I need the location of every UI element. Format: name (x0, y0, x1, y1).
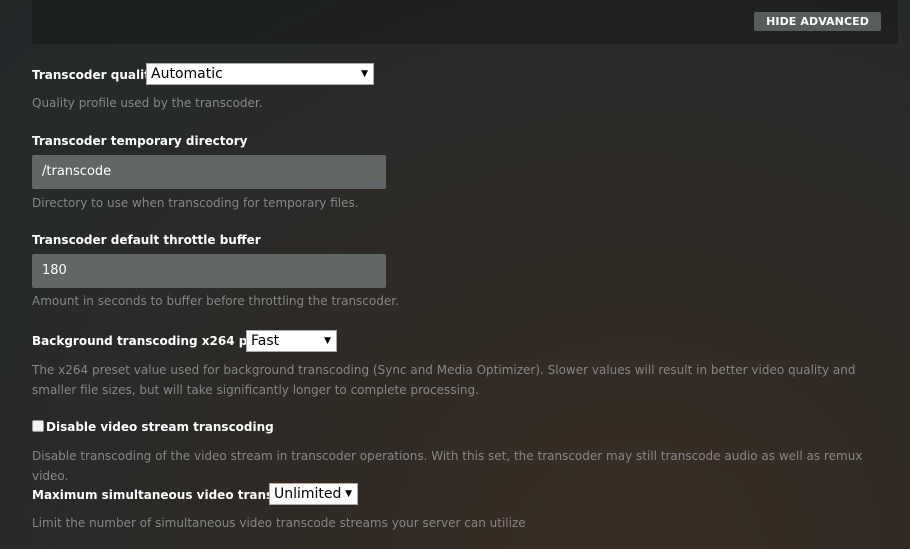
transcoder-quality-label: Transcoder quality (32, 68, 158, 82)
hide-advanced-button[interactable]: HIDE ADVANCED (754, 12, 881, 31)
max-simultaneous-select[interactable]: Unlimited ▼ (269, 483, 358, 505)
throttle-buffer-input[interactable]: 180 (32, 254, 386, 288)
temp-directory-input[interactable]: /transcode (32, 155, 386, 189)
x264-preset-label: Background transcoding x264 preset (32, 334, 283, 348)
disable-video-stream-label[interactable]: Disable video stream transcoding (46, 420, 274, 434)
transcoder-quality-help: Quality profile used by the transcoder. (32, 96, 263, 110)
temp-directory-label: Transcoder temporary directory (32, 134, 248, 148)
chevron-down-icon: ▼ (361, 69, 368, 79)
chevron-down-icon: ▼ (345, 489, 352, 499)
x264-preset-help: The x264 preset value used for backgroun… (32, 363, 856, 397)
max-simultaneous-value: Unlimited (274, 486, 342, 502)
throttle-buffer-help: Amount in seconds to buffer before throt… (32, 294, 399, 308)
max-simultaneous-help: Limit the number of simultaneous video t… (32, 516, 526, 530)
chevron-down-icon: ▼ (324, 336, 331, 346)
max-simultaneous-label: Maximum simultaneous video transcode (32, 488, 306, 502)
settings-header-bar: HIDE ADVANCED (32, 0, 898, 44)
transcoder-quality-value: Automatic (151, 66, 223, 82)
disable-video-stream-checkbox[interactable] (32, 420, 44, 432)
disable-video-stream-help: Disable transcoding of the video stream … (32, 449, 863, 483)
transcoder-quality-select[interactable]: Automatic ▼ (146, 63, 374, 85)
x264-preset-select[interactable]: Fast ▼ (246, 330, 337, 352)
throttle-buffer-label: Transcoder default throttle buffer (32, 233, 261, 247)
temp-directory-help: Directory to use when transcoding for te… (32, 196, 359, 210)
x264-preset-value: Fast (251, 333, 280, 349)
